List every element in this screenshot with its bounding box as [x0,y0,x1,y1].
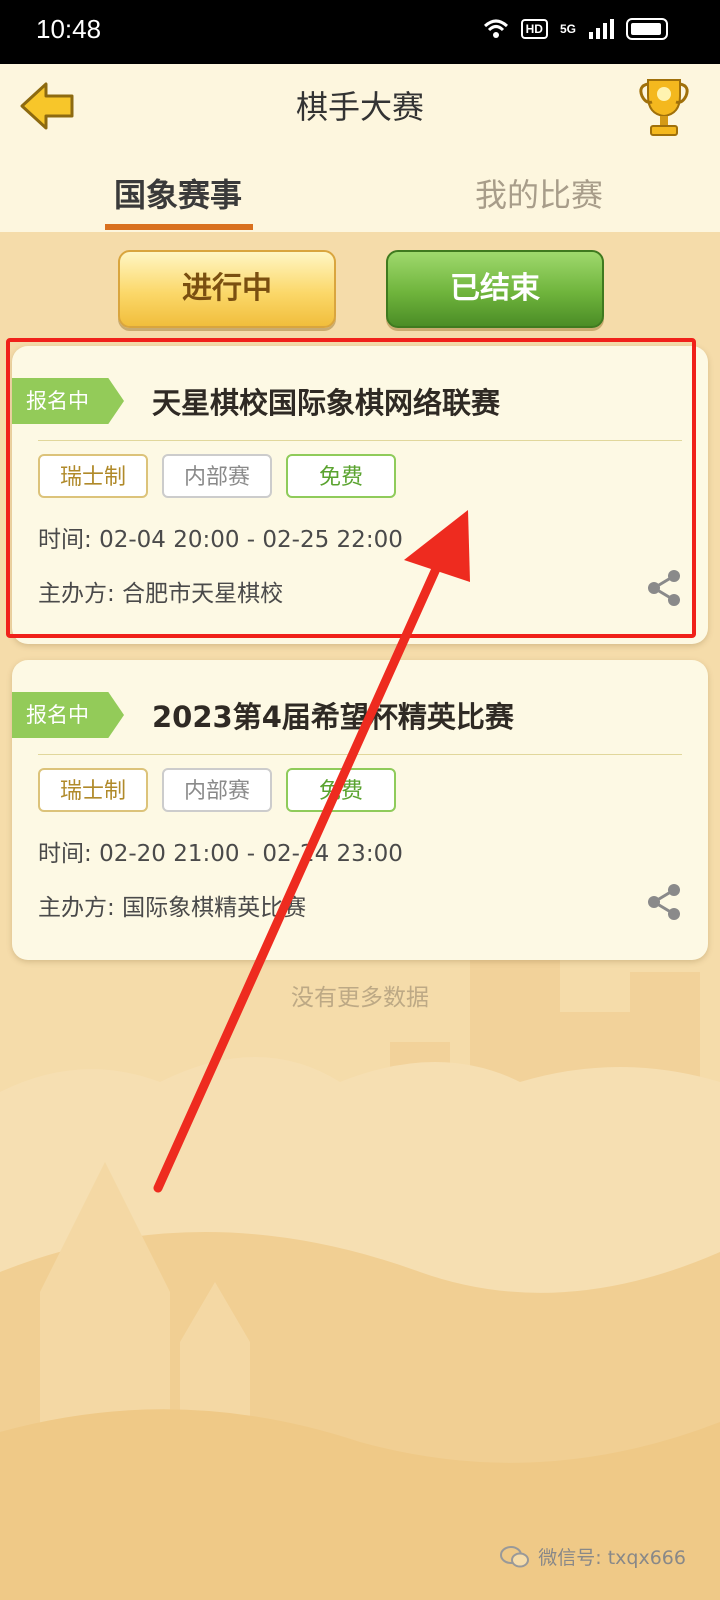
tag-type: 内部赛 [162,768,272,812]
tab-active-indicator [105,224,253,230]
no-more-data-text: 没有更多数据 [291,985,429,1011]
tag-fee: 免费 [286,768,396,812]
filter-ended-button[interactable]: 已结束 [386,250,604,328]
watermark-text: 微信号: txqx666 [538,1547,686,1569]
tab-bar: 国象赛事 我的比赛 [0,148,720,233]
event-time: 时间: 02-20 21:00 - 02-24 23:00 [38,834,403,868]
tag-format: 瑞士制 [38,768,148,812]
status-bar: 10:48 HD 5G [0,0,720,64]
trophy-icon[interactable] [638,74,690,140]
status-badge: 报名中 [12,692,124,738]
event-organizer: 主办方: 国际象棋精英比赛 [38,888,306,922]
highlight-box [6,338,696,638]
hd-icon: HD [520,19,548,39]
tab-my-matches[interactable]: 我的比赛 [475,170,603,216]
app-header: 棋手大赛 [0,64,720,148]
signal-icon [589,19,614,39]
organizer-label: 主办方: [38,895,115,921]
tab-chess-events[interactable]: 国象赛事 [114,170,242,216]
page-title: 棋手大赛 [295,88,424,126]
network-type: 5G [559,22,576,36]
card-divider [38,754,682,755]
share-icon[interactable] [644,882,684,922]
status-icons: HD 5G [483,18,668,40]
wechat-icon [500,1545,530,1567]
event-title: 2023第4届希望杯精英比赛 [152,700,514,734]
event-card[interactable]: 报名中 2023第4届希望杯精英比赛 瑞士制 内部赛 免费 时间: 02-20 … [12,660,708,960]
organizer-value: 国际象棋精英比赛 [122,895,307,921]
time-value: 02-20 21:00 - 02-24 23:00 [99,841,403,867]
battery-icon [626,18,668,40]
filter-ongoing-button[interactable]: 进行中 [118,250,336,328]
watermark: 微信号: txqx666 [500,1543,686,1570]
wifi-icon [483,19,508,38]
time-label: 时间: [38,841,92,867]
status-time: 10:48 [36,14,102,44]
